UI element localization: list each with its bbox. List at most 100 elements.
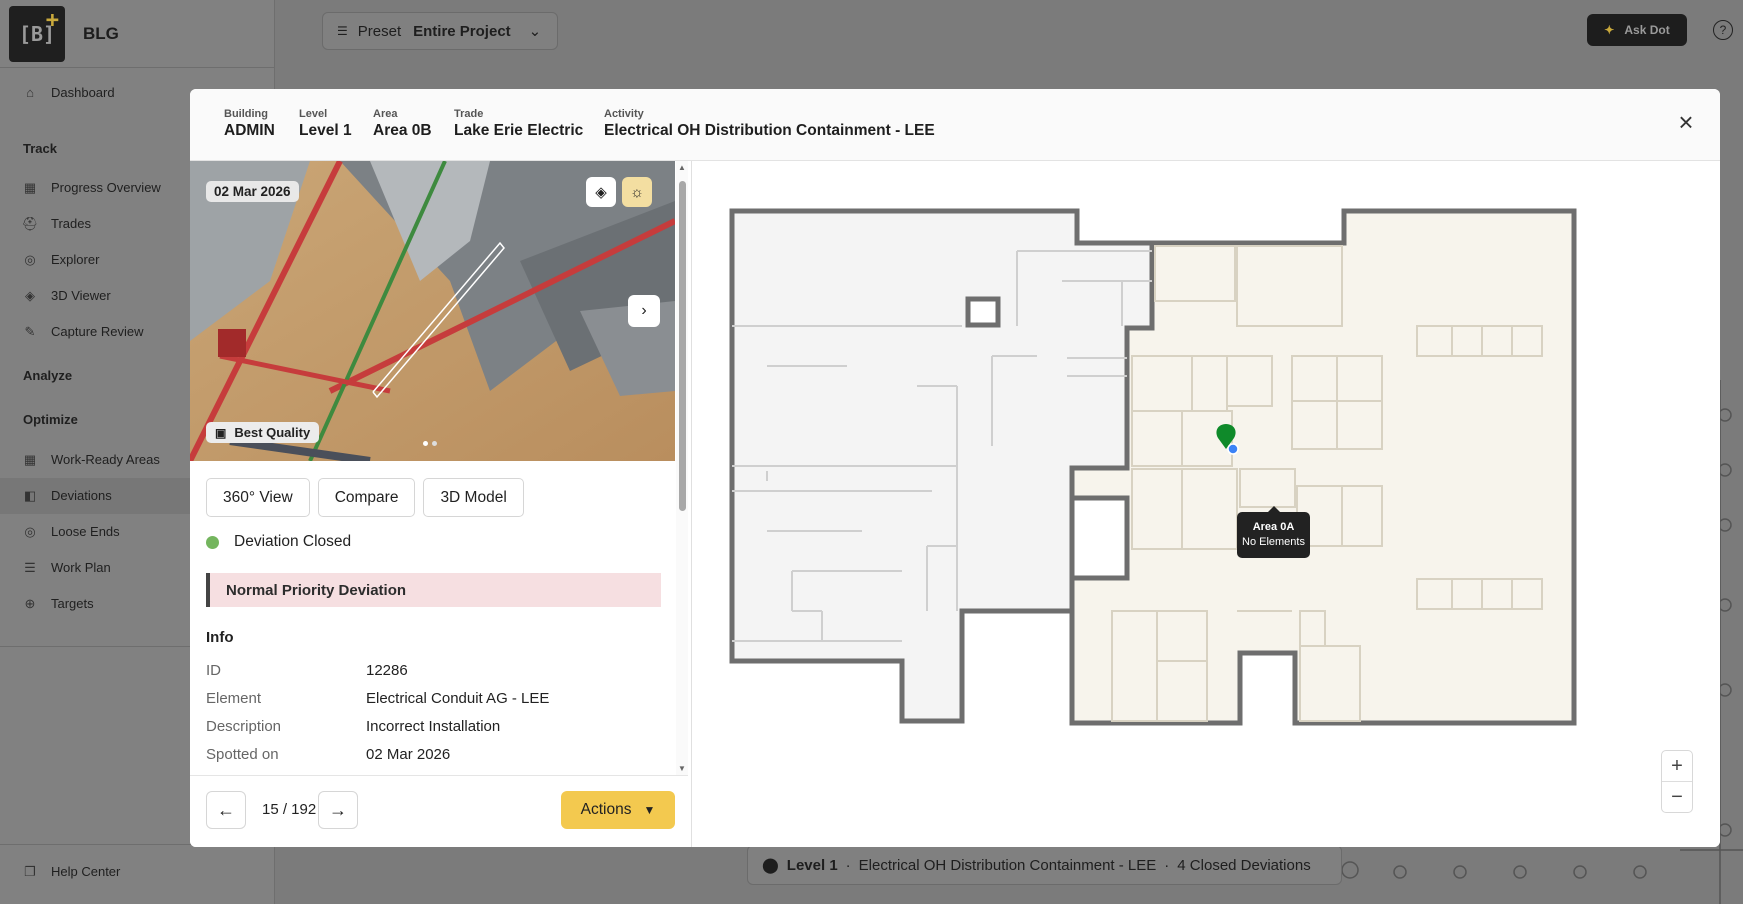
info-key: ID — [206, 662, 221, 679]
sidebar-item-work-ready-areas[interactable]: ▦ Work-Ready Areas — [23, 452, 160, 468]
header-field-value: Level 1 — [299, 122, 352, 139]
360-view-button[interactable]: 360° View — [206, 478, 310, 517]
home-icon: ⌂ — [26, 85, 34, 100]
header-field-value: ADMIN — [224, 122, 275, 139]
preset-icon: ☰ — [337, 24, 348, 38]
sidebar-item-label: Explorer — [51, 252, 100, 267]
header-field-label: Activity — [604, 108, 644, 120]
info-key: Spotted on — [206, 746, 279, 763]
compare-button[interactable]: Compare — [317, 478, 416, 517]
sidebar-item-label: Work-Ready Areas — [51, 452, 160, 467]
sidebar-item-progress-overview[interactable]: ▦ Progress Overview — [23, 180, 161, 196]
scroll-up-icon[interactable]: ▲ — [678, 163, 686, 172]
header-building: Building ADMIN — [224, 108, 275, 140]
info-value: 02 Mar 2026 — [366, 746, 451, 763]
info-row: ID 12286 — [206, 662, 646, 679]
preset-label: Preset — [357, 22, 402, 40]
sidebar-item-label: Work Plan — [51, 560, 111, 575]
details-scrollbar[interactable]: ▲ ▼ — [676, 161, 688, 775]
column — [965, 296, 1001, 328]
sidebar-item-trades[interactable]: ⛑ Trades — [21, 215, 91, 232]
header-level: Level Level 1 — [299, 108, 352, 140]
next-button[interactable]: → — [318, 791, 358, 829]
deviation-summary-card[interactable]: ⬤ Level 1 · Electrical OH Distribution C… — [747, 845, 1342, 885]
priority-banner: Normal Priority Deviation — [206, 573, 661, 607]
scrollbar-thumb[interactable] — [679, 181, 686, 511]
sidebar-item-capture-review[interactable]: ✎ Capture Review — [23, 323, 144, 340]
info-key: Element — [206, 690, 262, 707]
floor-plan — [729, 208, 1577, 726]
sidebar-item-help-center[interactable]: ❐ Help Center — [23, 863, 121, 880]
floor-plan-map[interactable]: Area 0A No Elements + − — [691, 161, 1720, 847]
sidebar-item-targets[interactable]: ⊕ Targets — [23, 595, 94, 612]
deviation-modal: Building ADMIN Level Level 1 Area Area 0… — [190, 89, 1720, 847]
deviation-details: 360° View Compare 3D Model Deviation Clo… — [190, 461, 675, 775]
header-field-value: Area 0B — [373, 122, 432, 139]
modal-header: Building ADMIN Level Level 1 Area Area 0… — [190, 89, 1720, 161]
help-icon[interactable]: ? — [1713, 20, 1733, 40]
sidebar-item-label: Targets — [51, 596, 94, 611]
eye-icon: ◎ — [24, 251, 36, 267]
shaft — [1069, 495, 1130, 581]
sidebar-item-label: Trades — [51, 216, 91, 231]
tooltip-title: Area 0A — [1252, 521, 1295, 533]
carousel-dot[interactable] — [423, 441, 428, 446]
summary-activity: Electrical OH Distribution Containment -… — [858, 856, 1157, 874]
list-icon: ☰ — [24, 559, 36, 575]
carousel-dot[interactable] — [432, 441, 437, 446]
capture-icon: ✎ — [24, 323, 36, 339]
sidebar-item-label: Deviations — [51, 488, 112, 503]
info-heading: Info — [206, 629, 234, 646]
sidebar-item-label: Dashboard — [51, 85, 115, 100]
preset-value: Entire Project — [413, 22, 511, 40]
crosshair-icon: ⊕ — [24, 595, 36, 611]
summary-level: Level 1 — [786, 856, 838, 874]
zoom-in-icon[interactable]: + — [1662, 751, 1692, 782]
sidebar-item-explorer[interactable]: ◎ Explorer — [23, 251, 100, 268]
sidebar-item-loose-ends[interactable]: ◎ Loose Ends — [23, 524, 120, 540]
brightness-icon[interactable]: ☼ — [622, 177, 652, 207]
zoom-out-icon[interactable]: − — [1662, 782, 1692, 813]
book-icon: ❐ — [24, 863, 36, 879]
layers-icon[interactable]: ◈ — [586, 177, 616, 207]
info-value: Electrical Conduit AG - LEE — [366, 690, 550, 707]
cube-icon: ◈ — [25, 287, 35, 303]
previous-button[interactable]: ← — [206, 791, 246, 829]
separator: · — [845, 856, 851, 874]
section-track: Track — [23, 141, 57, 156]
sidebar-item-work-plan[interactable]: ☰ Work Plan — [23, 559, 111, 576]
info-value: 12286 — [366, 662, 408, 679]
header-field-label: Level — [299, 108, 328, 120]
3d-model-button[interactable]: 3D Model — [423, 478, 524, 517]
app-logo[interactable]: [B] + — [9, 5, 65, 62]
info-row: Description Incorrect Installation — [206, 718, 646, 735]
deviation-icon: ◧ — [23, 487, 37, 503]
pin-icon: ⬤ — [762, 857, 779, 874]
hardhat-icon: ⛑ — [21, 215, 39, 231]
deviation-status: Deviation Closed — [206, 533, 351, 551]
sidebar-item-dashboard[interactable]: ⌂ Dashboard — [23, 85, 115, 100]
chevron-right-icon[interactable]: › — [628, 295, 660, 327]
sidebar-item-label: Progress Overview — [51, 180, 161, 195]
header-field-value: Electrical OH Distribution Containment -… — [604, 122, 935, 139]
view-buttons: 360° View Compare 3D Model — [206, 478, 524, 517]
preset-dropdown[interactable]: ☰ Preset Entire Project ⌄ — [322, 12, 558, 50]
scroll-down-icon[interactable]: ▼ — [678, 764, 686, 773]
sidebar-item-label: 3D Viewer — [51, 288, 111, 303]
sidebar-item-deviations[interactable]: ◧ Deviations — [23, 487, 112, 504]
summary-count: 4 Closed Deviations — [1177, 856, 1311, 874]
sidebar-item-label: Help Center — [51, 864, 121, 879]
quality-badge: ▣ Best Quality — [206, 422, 320, 443]
sidebar-item-3d-viewer[interactable]: ◈ 3D Viewer — [23, 287, 111, 304]
capture-photo[interactable]: 02 Mar 2026 ◈ ☼ › ▣ Best Quality — [190, 161, 675, 461]
zoom-controls: + − — [1661, 750, 1693, 813]
actions-button[interactable]: Actions ▼ — [561, 791, 675, 829]
brand-name: BLG — [83, 23, 119, 43]
quality-label: Best Quality — [234, 425, 311, 440]
close-icon[interactable]: × — [1674, 109, 1698, 135]
actions-label: Actions — [580, 801, 632, 818]
info-row: Spotted on 02 Mar 2026 — [206, 746, 646, 763]
ask-dot-button[interactable]: ✦ Ask Dot — [1587, 14, 1687, 46]
info-row: Element Electrical Conduit AG - LEE — [206, 690, 646, 707]
sidebar-item-label: Loose Ends — [51, 524, 120, 539]
